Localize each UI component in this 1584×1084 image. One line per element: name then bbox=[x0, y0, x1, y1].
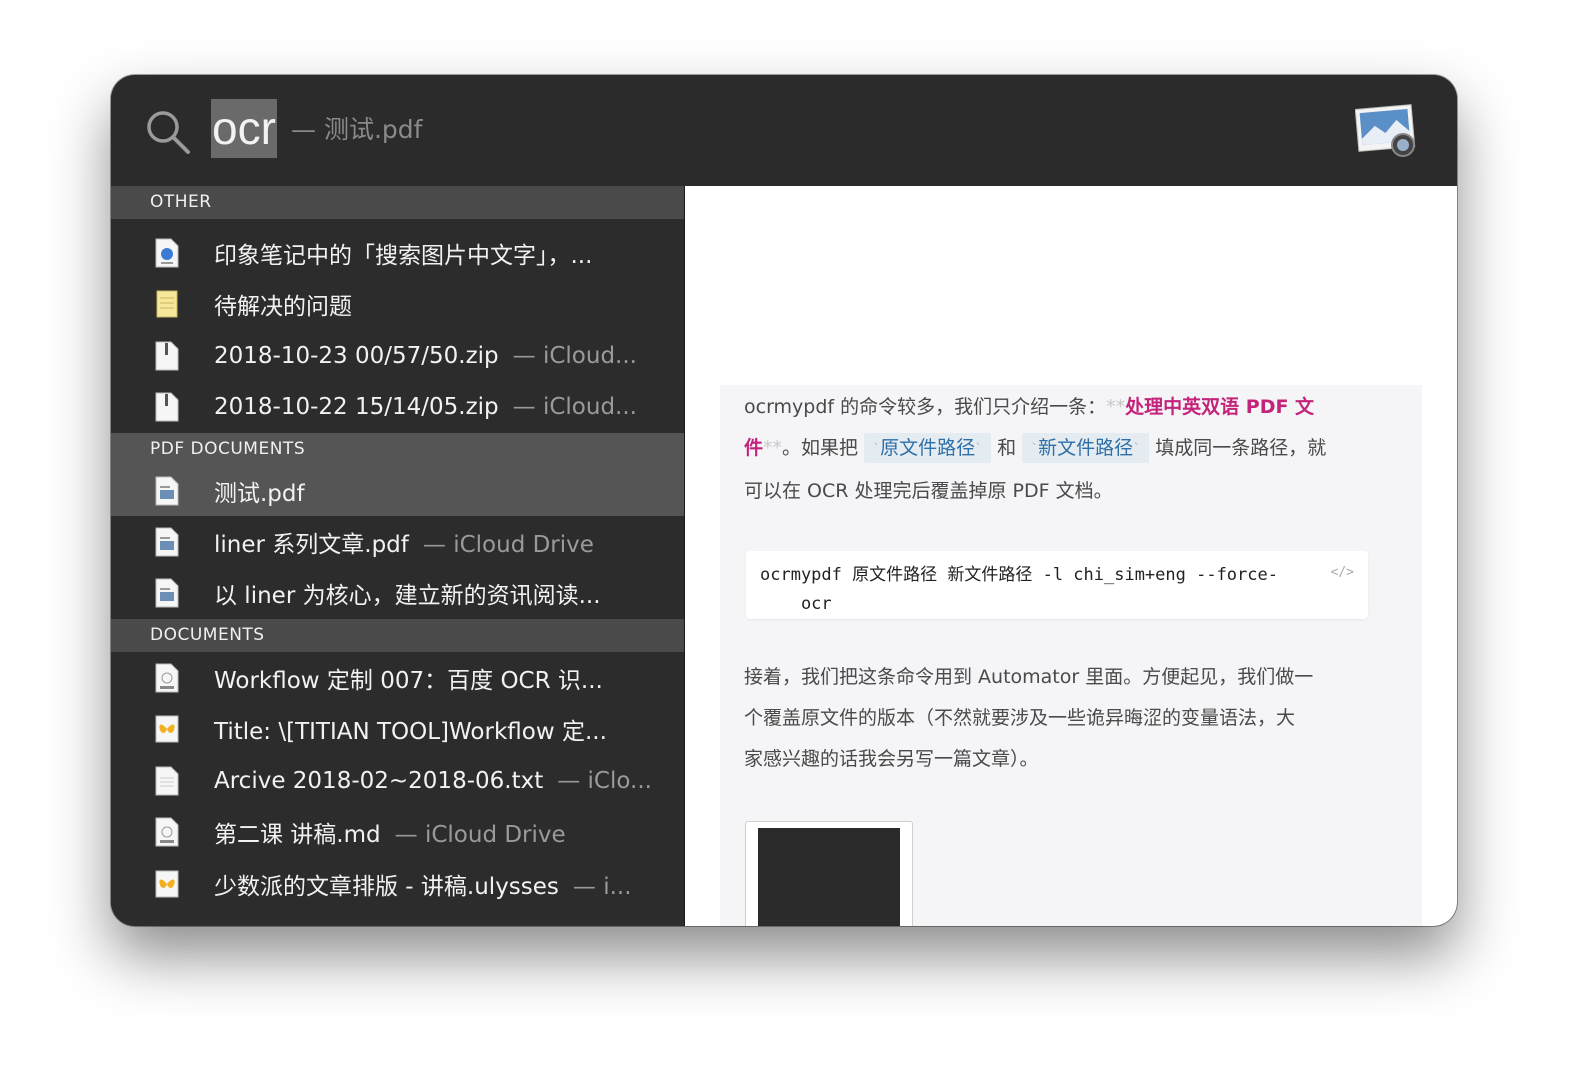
result-title: 少数派的文章排版 - 讲稿.ulysses bbox=[214, 873, 559, 900]
search-completion-hint: — 测试.pdf bbox=[291, 115, 423, 144]
txt-file-icon bbox=[155, 766, 179, 796]
zip-file-icon bbox=[155, 392, 179, 422]
result-title: liner 系列文章.pdf bbox=[214, 531, 409, 558]
result-title: 第二课 讲稿.md bbox=[214, 822, 381, 849]
ulysses-file-icon bbox=[155, 870, 179, 898]
result-item[interactable]: Title: \[TITIAN TOOL]Workflow 定... bbox=[111, 704, 684, 756]
result-location: — i... bbox=[572, 873, 632, 900]
result-title: 测试.pdf bbox=[214, 481, 305, 507]
code-icon: </> bbox=[1330, 565, 1354, 580]
result-item[interactable]: Arcive 2018-02~2018-06.txt — iClo... bbox=[111, 755, 684, 807]
result-item[interactable]: Workflow 定制 007：百度 OCR 识... bbox=[111, 652, 684, 704]
result-location: — iCloud Drive bbox=[422, 531, 594, 558]
code-block: ocrmypdf 原文件路径 新文件路径 -l chi_sim+eng --fo… bbox=[746, 551, 1368, 619]
result-item[interactable]: 2018-10-22 15/14/05.zip — iCloud... bbox=[111, 382, 684, 434]
result-item[interactable]: liner 系列文章.pdf — iCloud Drive bbox=[111, 516, 684, 568]
webloc-file-icon bbox=[155, 238, 179, 268]
search-bar[interactable]: ocr — 测试.pdf bbox=[111, 75, 1457, 187]
result-item[interactable]: 印象笔记中的「搜索图片中文字」，... bbox=[111, 227, 684, 279]
preview-app-icon bbox=[1355, 104, 1416, 157]
search-input[interactable]: ocr bbox=[211, 99, 277, 158]
inline-code: `新文件路径` bbox=[1022, 433, 1150, 463]
result-title: 待解决的问题 bbox=[214, 294, 352, 321]
section-header-pdf-documents: PDF DOCUMENTS bbox=[111, 433, 684, 466]
pdf-file-icon bbox=[155, 578, 179, 608]
result-title: 2018-10-23 00/57/50.zip bbox=[214, 342, 499, 369]
note-icon bbox=[156, 290, 178, 318]
result-location: — iCloud... bbox=[512, 342, 637, 369]
result-title: 以 liner 为核心，建立新的资讯阅读... bbox=[214, 583, 601, 610]
ulysses-file-icon bbox=[155, 715, 179, 743]
section-header-documents: DOCUMENTS bbox=[111, 619, 684, 652]
zip-file-icon bbox=[155, 341, 179, 371]
section-header-other: OTHER bbox=[111, 186, 684, 219]
md-file-icon bbox=[155, 663, 179, 693]
paragraph-1: ocrmypdf 的命令较多，我们只介绍一条：**处理中英双语 PDF 文 件*… bbox=[744, 396, 1327, 502]
md-file-icon bbox=[155, 817, 179, 847]
result-location: — iCloud Drive bbox=[394, 822, 566, 849]
pdf-file-icon bbox=[155, 527, 179, 557]
pdf-file-icon bbox=[155, 476, 179, 506]
paragraph-2: 接着，我们把这条命令用到 Automator 里面。方便起见，我们做一 个覆盖原… bbox=[744, 666, 1314, 770]
results-list[interactable]: OTHER 印象笔记中的「搜索图片中文字」，... 待解决的问题 2018-10… bbox=[111, 186, 684, 926]
result-title: Workflow 定制 007：百度 OCR 识... bbox=[214, 667, 603, 694]
result-location: — iClo... bbox=[557, 767, 652, 794]
result-title: Arcive 2018-02~2018-06.txt bbox=[214, 767, 544, 794]
result-title: 印象笔记中的「搜索图片中文字」，... bbox=[214, 242, 593, 269]
search-icon bbox=[147, 111, 190, 154]
result-title: Title: \[TITIAN TOOL]Workflow 定... bbox=[214, 719, 607, 746]
inline-code: `原文件路径` bbox=[864, 433, 992, 463]
result-item[interactable]: 2018-10-23 00/57/50.zip — iCloud... bbox=[111, 330, 684, 382]
result-item[interactable]: 以 liner 为核心，建立新的资讯阅读... bbox=[111, 568, 684, 620]
spotlight-window: ocr — 测试.pdf OTHER 印象笔记中的「搜索图片中文字」，... 待… bbox=[111, 75, 1457, 926]
embedded-screenshot-image bbox=[745, 821, 913, 926]
document-page: ocrmypdf 的命令较多，我们只介绍一条：**处理中英双语 PDF 文 件*… bbox=[720, 385, 1422, 926]
result-location: — iCloud... bbox=[512, 394, 637, 421]
result-item[interactable]: 少数派的文章排版 - 讲稿.ulysses — i... bbox=[111, 858, 684, 910]
result-item[interactable]: 待解决的问题 bbox=[111, 279, 684, 331]
result-item-selected[interactable]: 测试.pdf bbox=[111, 466, 684, 516]
quicklook-preview: ocrmypdf 的命令较多，我们只介绍一条：**处理中英双语 PDF 文 件*… bbox=[685, 186, 1457, 926]
result-title: 2018-10-22 15/14/05.zip bbox=[214, 394, 499, 421]
result-item[interactable]: 第二课 讲稿.md — iCloud Drive bbox=[111, 807, 684, 859]
